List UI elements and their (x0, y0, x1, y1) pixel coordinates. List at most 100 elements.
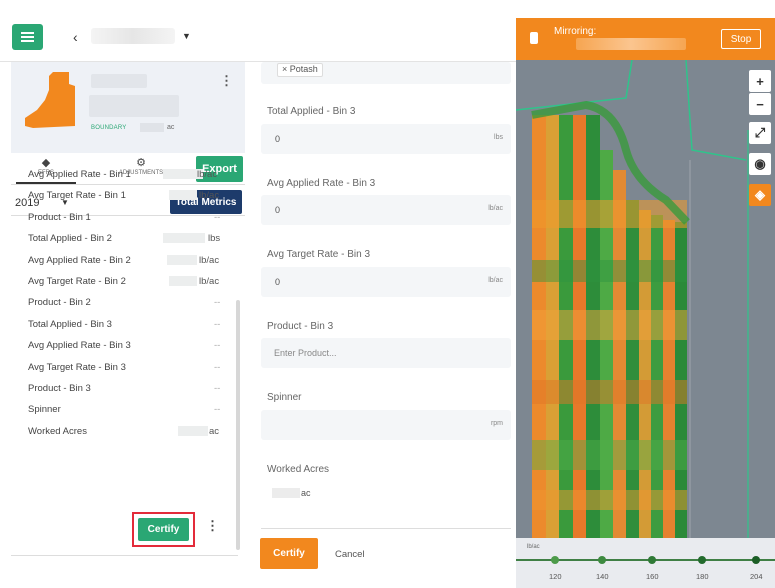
metric-unit: -- (214, 361, 221, 373)
tablet-icon (530, 32, 538, 44)
metric-name: Avg Target Rate - Bin 1 (28, 190, 126, 202)
boundary-label: BOUNDARY (91, 125, 127, 131)
metric-name: Worked Acres (28, 425, 87, 437)
metric-name: Avg Target Rate - Bin 3 (28, 361, 126, 373)
field-selector[interactable] (91, 28, 175, 44)
legend-tick: 140 (596, 572, 609, 581)
zoom-in-button[interactable]: + (749, 70, 771, 92)
zoom-out-button[interactable]: − (749, 93, 771, 115)
metric-row: Product - Bin 2 -- (11, 295, 238, 316)
legend-tick: 180 (696, 572, 709, 581)
metric-value (169, 190, 197, 201)
chevron-left-icon[interactable]: ‹ (73, 29, 78, 45)
metric-name: Total Applied - Bin 3 (28, 318, 112, 330)
metric-row: Avg Target Rate - Bin 2 lb/ac (11, 274, 238, 295)
field-boundary-shape (25, 72, 75, 128)
input-value: 0 (275, 134, 281, 144)
worked-acres-label: Worked Acres (267, 464, 330, 475)
metric-name: Avg Target Rate - Bin 2 (28, 275, 126, 287)
metric-unit: -- (214, 211, 221, 223)
spinner-input[interactable]: rpm (261, 410, 511, 440)
metric-unit: lb/ac (199, 190, 220, 202)
metric-value (169, 275, 197, 286)
avg-applied-bin3-label: Avg Applied Rate - Bin 3 (267, 178, 376, 189)
metric-name: Avg Applied Rate - Bin 1 (28, 169, 131, 180)
sidebar-scrollbar[interactable] (236, 300, 240, 550)
fullscreen-icon[interactable]: ⤢ (749, 122, 771, 144)
legend-tick: 120 (549, 572, 562, 581)
input-unit: lbs (494, 134, 503, 141)
metric-unit: lbs (208, 233, 221, 245)
metric-row: Total Applied - Bin 3 -- (11, 317, 238, 338)
input-unit: rpm (490, 420, 503, 427)
product-bin3-input[interactable]: Enter Product... (261, 338, 511, 368)
mirroring-device-name (576, 38, 686, 50)
product-chip[interactable]: × Potash (277, 63, 323, 77)
avg-target-bin3-input[interactable]: 0 lb/ac (261, 267, 511, 297)
top-toolbar: ‹ ▼ (0, 0, 516, 62)
metric-unit: ac (209, 425, 220, 437)
metric-unit: -- (214, 382, 221, 394)
metric-name: Avg Applied Rate - Bin 3 (28, 340, 131, 352)
worked-acres-value (272, 488, 300, 498)
avg-applied-bin3-input[interactable]: 0 lb/ac (261, 195, 511, 225)
divider (261, 528, 511, 529)
mirroring-label: Mirroring: (554, 26, 597, 37)
map-legend: lb/ac 120 140 160 180 204 (516, 538, 775, 588)
metric-row: Avg Target Rate - Bin 1 lb/ac (11, 188, 238, 209)
input-placeholder: Enter Product... (274, 348, 337, 358)
metric-name: Product - Bin 2 (28, 297, 91, 309)
metric-row: Avg Applied Rate - Bin 1 lb/ac (11, 167, 238, 188)
metric-value (178, 425, 208, 436)
caret-down-icon[interactable]: ▼ (182, 31, 191, 41)
worked-acres-unit: ac (301, 488, 311, 498)
metric-row: Avg Applied Rate - Bin 3 -- (11, 338, 238, 359)
product-bin2-field[interactable]: × Potash (261, 62, 511, 84)
legend-tick: 204 (750, 572, 763, 581)
metric-name: Product - Bin 1 (28, 211, 91, 223)
metric-unit: lb/ac (199, 275, 220, 287)
input-value: 0 (275, 205, 281, 215)
certify-button[interactable]: Certify (138, 518, 189, 541)
avg-target-bin3-label: Avg Target Rate - Bin 3 (267, 249, 371, 260)
spinner-label: Spinner (267, 392, 302, 403)
stop-mirroring-button[interactable]: Stop (721, 29, 761, 49)
application-map[interactable]: + − ⤢ ◉ ◈ lb/ac 120 140 160 180 204 (516, 60, 775, 588)
metric-name: Spinner (28, 404, 61, 416)
field-card: ⋮ BOUNDARY ac (11, 62, 245, 153)
metric-unit: lb/ac (197, 169, 218, 180)
boundary-acres-value (140, 123, 164, 132)
metric-unit: lb/ac (199, 254, 220, 266)
form-certify-button[interactable]: Certify (260, 538, 318, 569)
metrics-list: Avg Applied Rate - Bin 1 lb/ac Avg Targe… (11, 167, 238, 445)
total-applied-bin3-input[interactable]: 0 lbs (261, 124, 511, 154)
field-options-icon[interactable]: ⋮ (220, 73, 233, 89)
input-unit: lb/ac (488, 205, 503, 212)
metric-value (163, 233, 205, 244)
metric-row: Worked Acres ac (11, 424, 238, 445)
input-unit: lb/ac (488, 277, 503, 284)
more-options-icon[interactable]: ⋮ (206, 518, 219, 534)
boundary-unit: ac (167, 124, 175, 131)
metric-name: Total Applied - Bin 2 (28, 233, 112, 245)
metric-unit: -- (214, 404, 221, 416)
metric-row: Avg Applied Rate - Bin 2 lb/ac (11, 253, 238, 274)
metric-unit: -- (214, 340, 221, 352)
metric-value (167, 254, 197, 265)
total-applied-bin3-label: Total Applied - Bin 3 (267, 106, 356, 117)
globe-icon[interactable]: ◉ (749, 153, 771, 175)
hamburger-menu-button[interactable] (12, 24, 43, 50)
metric-row: Product - Bin 3 -- (11, 381, 238, 402)
field-details (89, 95, 179, 117)
cancel-button[interactable]: Cancel (335, 549, 365, 560)
metric-row: Total Applied - Bin 2 lbs (11, 231, 238, 252)
mirroring-banner: Mirroring: Stop (516, 18, 775, 60)
metric-unit: -- (214, 297, 221, 309)
map-canvas[interactable] (516, 60, 775, 538)
input-value: 0 (275, 277, 281, 287)
legend-tick: 160 (646, 572, 659, 581)
metrics-edit-form: × Potash Total Applied - Bin 3 0 lbs Avg… (257, 62, 516, 588)
field-name (91, 74, 147, 88)
layers-icon[interactable]: ◈ (749, 184, 771, 206)
product-bin3-label: Product - Bin 3 (267, 321, 334, 332)
